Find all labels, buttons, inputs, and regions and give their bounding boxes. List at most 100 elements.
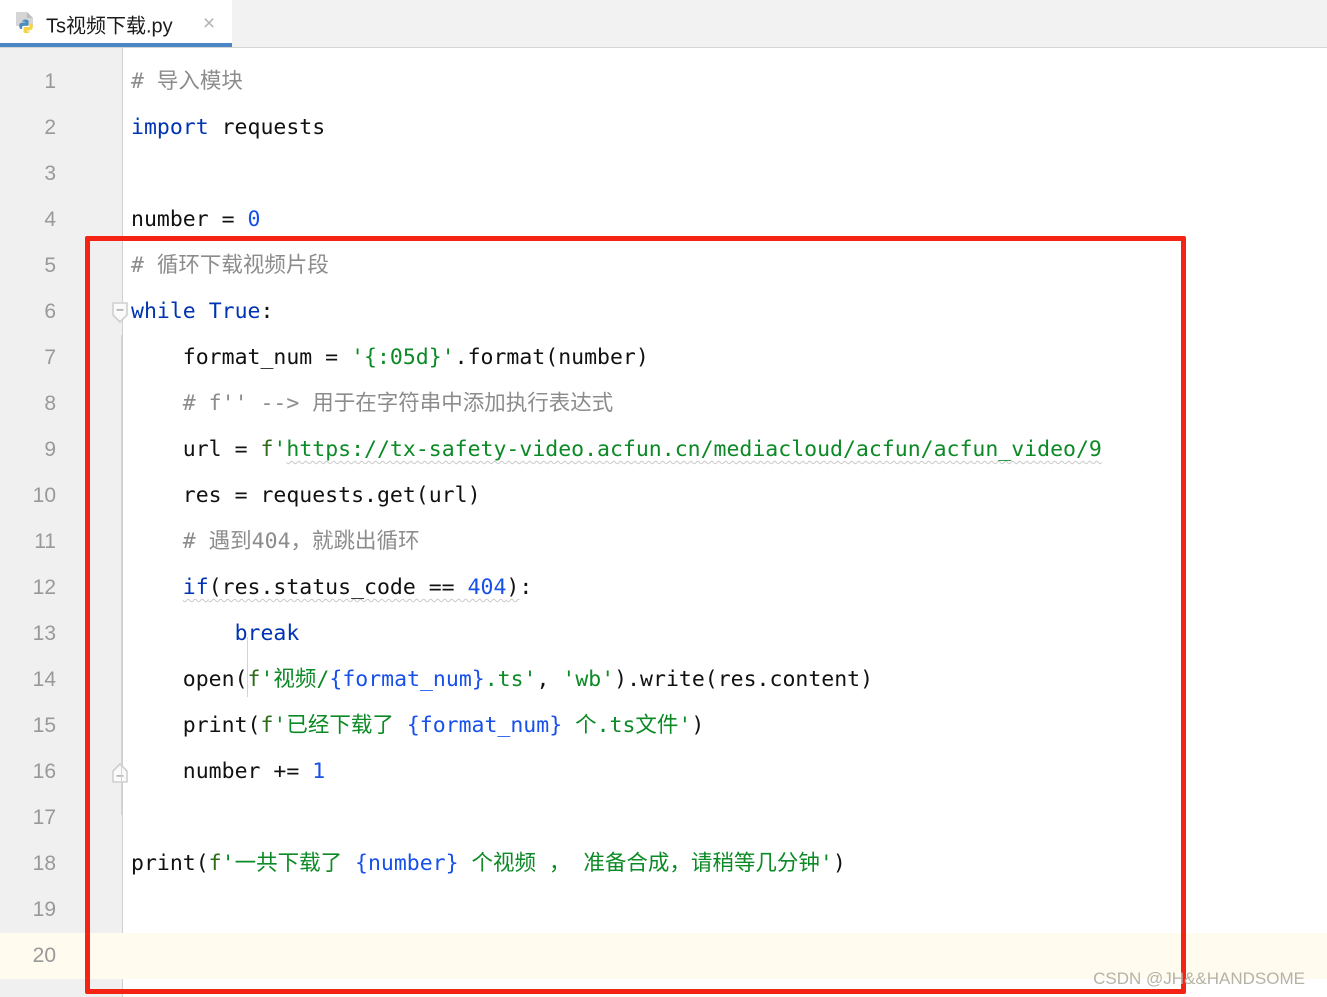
token-plain: .format(number) bbox=[454, 345, 649, 370]
code-text: format_num = '{:05d}'.format(number) bbox=[183, 335, 649, 381]
token-plain: requests bbox=[208, 115, 326, 140]
code-line[interactable]: 19 bbox=[0, 887, 1327, 933]
line-number: 17 bbox=[32, 806, 56, 829]
python-file-icon bbox=[12, 9, 40, 37]
code-text: # 遇到404，就跳出循环 bbox=[183, 519, 420, 565]
token-string: '已经下载了 bbox=[273, 713, 407, 738]
line-number: 7 bbox=[44, 346, 56, 369]
code-text: # f'' --> 用于在字符串中添加执行表达式 bbox=[183, 381, 613, 427]
token-number: 0 bbox=[247, 207, 261, 232]
token-plain: res = requests.get(url) bbox=[182, 483, 481, 508]
code-text: if(res.status_code == 404): bbox=[183, 565, 533, 611]
token-keyword: True bbox=[208, 299, 261, 324]
code-line[interactable]: 6 while True: bbox=[0, 289, 1327, 335]
token-interp: {number} bbox=[355, 851, 459, 876]
line-number: 13 bbox=[32, 622, 56, 645]
code-text: import requests bbox=[131, 105, 325, 151]
token-string-warn: https://tx-safety-video.acfun.cn/mediacl… bbox=[286, 437, 1102, 462]
code-line[interactable]: 8 # f'' --> 用于在字符串中添加执行表达式 bbox=[0, 381, 1327, 427]
code-line[interactable]: 4 number = 0 bbox=[0, 197, 1327, 243]
line-number: 2 bbox=[44, 116, 56, 139]
token-plain: print( bbox=[131, 851, 209, 876]
code-line[interactable]: 18 print(f'一共下载了 {number} 个视频 ， 准备合成，请稍等几… bbox=[0, 841, 1327, 887]
code-line[interactable]: 15 print(f'已经下载了 {format_num} 个.ts文件') bbox=[0, 703, 1327, 749]
code-line[interactable]: 10 res = requests.get(url) bbox=[0, 473, 1327, 519]
token-comment: # 导入模块 bbox=[131, 69, 243, 94]
line-number: 20 bbox=[32, 944, 56, 967]
line-number: 6 bbox=[44, 300, 56, 323]
token-plain: url = bbox=[182, 437, 261, 462]
token-fprefix: f bbox=[260, 437, 274, 462]
token-plain: number += bbox=[182, 759, 313, 784]
token-plain: print( bbox=[182, 713, 261, 738]
token-string: ' bbox=[273, 437, 287, 462]
token-keyword-warn: if bbox=[182, 575, 209, 600]
line-number: 3 bbox=[44, 162, 56, 185]
code-line[interactable]: 12 if(res.status_code == 404): bbox=[0, 565, 1327, 611]
line-number: 8 bbox=[44, 392, 56, 415]
code-line[interactable]: 3 bbox=[0, 151, 1327, 197]
token-plain: open( bbox=[182, 667, 248, 692]
line-number: 10 bbox=[32, 484, 56, 507]
code-line[interactable]: 5 # 循环下载视频片段 bbox=[0, 243, 1327, 289]
code-line[interactable]: 1 # 导入模块 bbox=[0, 59, 1327, 105]
token-interp: {format_num} bbox=[406, 713, 563, 738]
token-keyword: break bbox=[234, 621, 300, 646]
token-string: 个.ts文件' bbox=[562, 713, 692, 738]
token-plain: ) bbox=[832, 851, 846, 876]
token-plain: number = bbox=[131, 207, 248, 232]
token-comment: # 遇到404，就跳出循环 bbox=[182, 529, 420, 554]
token-string: 个视频 ， 准备合成，请稍等几分钟' bbox=[458, 851, 833, 876]
token-plain: ).write(res.content) bbox=[614, 667, 874, 692]
line-number: 5 bbox=[44, 254, 56, 277]
token-fprefix: f bbox=[247, 667, 261, 692]
code-text: # 导入模块 bbox=[131, 59, 243, 105]
token-number: 1 bbox=[312, 759, 326, 784]
token-string: .ts' bbox=[484, 667, 537, 692]
code-editor[interactable]: 1 # 导入模块 2 import requests 3 4 number = 0 5 # 循环… bbox=[0, 48, 1327, 997]
token-keyword: while bbox=[131, 299, 196, 324]
line-number: 9 bbox=[44, 438, 56, 461]
code-line[interactable]: 7 format_num = '{:05d}'.format(number) bbox=[0, 335, 1327, 381]
close-icon[interactable]: × bbox=[198, 12, 220, 35]
token-plain-warn: ) bbox=[506, 575, 520, 600]
token-string: '一共下载了 bbox=[221, 851, 356, 876]
code-text: break bbox=[235, 611, 300, 657]
token-fprefix: f bbox=[208, 851, 222, 876]
line-number: 14 bbox=[32, 668, 56, 691]
code-text: number = 0 bbox=[131, 197, 260, 243]
token-keyword: import bbox=[131, 115, 209, 140]
line-number: 12 bbox=[32, 576, 56, 599]
token-plain: ) bbox=[691, 713, 705, 738]
token-plain: : bbox=[260, 299, 274, 324]
code-line[interactable]: 13 break bbox=[0, 611, 1327, 657]
code-line[interactable]: 14 open(f'视频/{format_num}.ts', 'wb').writ… bbox=[0, 657, 1327, 703]
token-string: 'wb' bbox=[562, 667, 615, 692]
token-comment: # f'' --> 用于在字符串中添加执行表达式 bbox=[182, 391, 614, 416]
fold-collapse-icon[interactable] bbox=[110, 301, 130, 324]
editor-tab-active[interactable]: Ts视频下载.py × bbox=[0, 0, 232, 47]
token-plain-warn: (res.status_code == bbox=[208, 575, 468, 600]
code-line[interactable]: 17 bbox=[0, 795, 1327, 841]
line-number: 11 bbox=[34, 530, 56, 553]
indent-guide bbox=[247, 637, 248, 697]
token-number-warn: 404 bbox=[467, 575, 507, 600]
code-text: open(f'视频/{format_num}.ts', 'wb').write(… bbox=[183, 657, 873, 703]
token-comment: # 循环下载视频片段 bbox=[131, 253, 329, 278]
token-plain: , bbox=[536, 667, 563, 692]
code-text: res = requests.get(url) bbox=[183, 473, 481, 519]
code-text: while True: bbox=[131, 289, 273, 335]
line-number: 1 bbox=[44, 70, 56, 93]
token-fprefix: f bbox=[260, 713, 274, 738]
fold-end-icon[interactable] bbox=[110, 761, 130, 783]
code-line[interactable]: 9 url = f'https://tx-safety-video.acfun.c… bbox=[0, 427, 1327, 473]
code-text: print(f'已经下载了 {format_num} 个.ts文件') bbox=[183, 703, 705, 749]
code-line[interactable]: 2 import requests bbox=[0, 105, 1327, 151]
token-string: '{:05d}' bbox=[351, 345, 455, 370]
token-string: '视频/ bbox=[260, 667, 330, 692]
indent-guide bbox=[121, 335, 122, 815]
code-line[interactable]: 11 # 遇到404，就跳出循环 bbox=[0, 519, 1327, 565]
code-text: print(f'一共下载了 {number} 个视频 ， 准备合成，请稍等几分钟… bbox=[131, 841, 846, 887]
code-line[interactable]: 16 number += 1 bbox=[0, 749, 1327, 795]
